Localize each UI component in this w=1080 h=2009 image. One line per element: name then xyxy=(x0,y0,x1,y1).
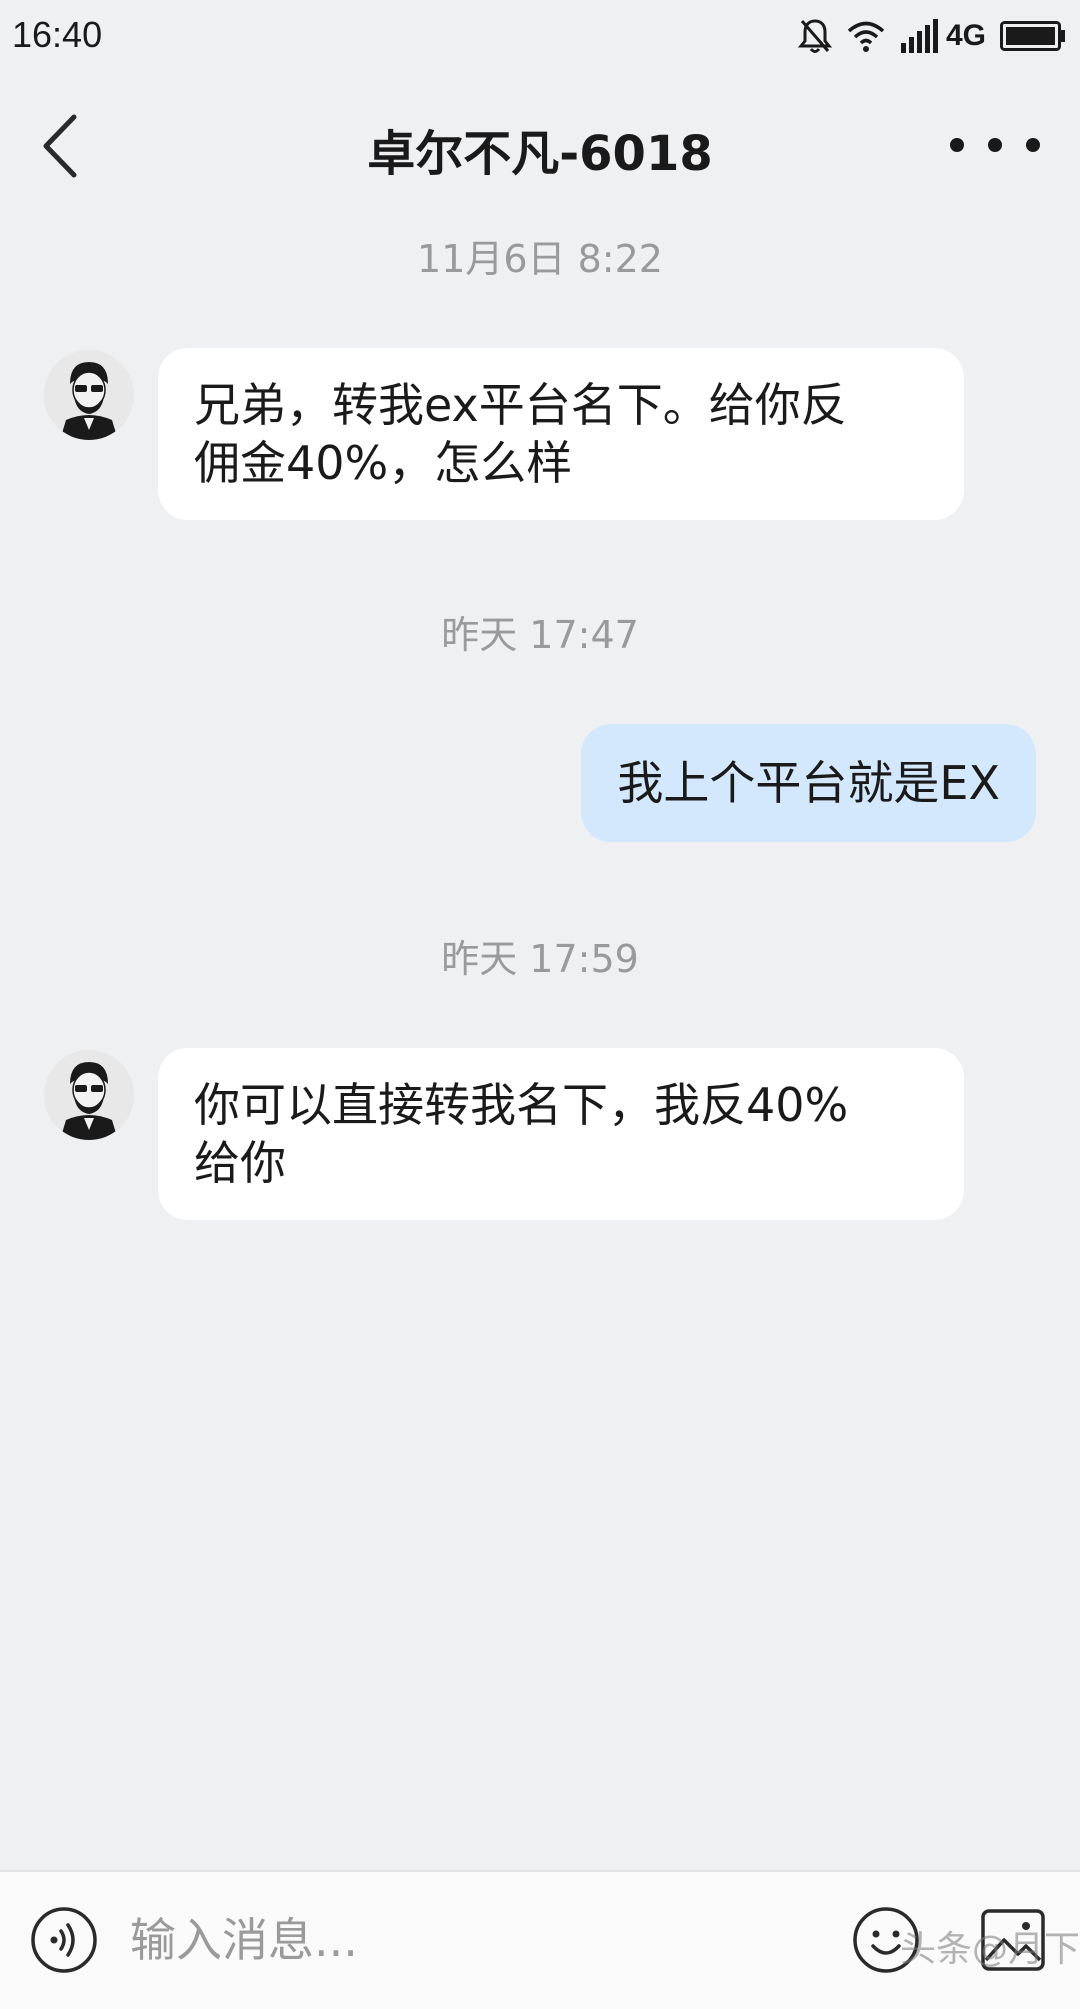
battery-icon xyxy=(1000,21,1066,51)
status-icons: 4G xyxy=(797,14,1066,58)
incoming-message-bubble[interactable]: 你可以直接转我名下，我反40% 给你 xyxy=(158,1048,964,1220)
message-line: 我上个平台就是EX xyxy=(617,756,1000,810)
message-line: 佣金40%，怎么样 xyxy=(194,436,573,490)
bell-off-icon xyxy=(797,17,832,55)
message-timestamp: 昨天 17:59 xyxy=(441,937,639,981)
nav-bar: 卓尔不凡-6018 xyxy=(0,90,1080,200)
avatar[interactable] xyxy=(44,1050,134,1140)
more-button[interactable] xyxy=(950,120,1040,170)
wifi-icon xyxy=(846,19,886,53)
status-bar: 16:40 4G xyxy=(0,0,1080,74)
avatar-man-icon xyxy=(44,350,134,440)
incoming-message-bubble[interactable]: 兄弟，转我ex平台名下。给你反 佣金40%，怎么样 xyxy=(158,348,964,520)
more-dot xyxy=(988,138,1002,152)
more-horizontal-icon xyxy=(950,138,964,152)
voice-button[interactable] xyxy=(30,1906,98,1974)
voice-icon xyxy=(31,1907,97,1973)
message-line: 给你 xyxy=(194,1136,286,1190)
chat-title: 卓尔不凡-6018 xyxy=(367,126,713,182)
watermark: 头条@月下仙 xyxy=(900,1929,1080,1970)
message-input[interactable] xyxy=(130,1900,820,1980)
signal-icon xyxy=(900,19,940,53)
status-time: 16:40 xyxy=(12,14,103,55)
message-timestamp: 昨天 17:47 xyxy=(441,613,639,657)
avatar[interactable] xyxy=(44,350,134,440)
network-label: 4G xyxy=(945,19,986,52)
outgoing-message-bubble[interactable]: 我上个平台就是EX xyxy=(581,724,1036,842)
message-timestamp: 11月6日 8:22 xyxy=(417,237,663,281)
message-line: 你可以直接转我名下，我反40% xyxy=(194,1078,849,1132)
message-line: 兄弟，转我ex平台名下。给你反 xyxy=(194,378,847,432)
avatar-man-icon xyxy=(44,1050,134,1140)
more-dot xyxy=(1026,138,1040,152)
